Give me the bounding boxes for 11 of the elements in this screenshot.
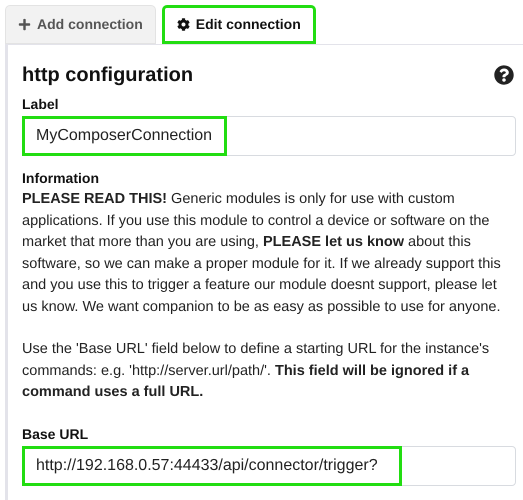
tab[interactable]: Add connection	[5, 5, 156, 44]
field-label: Base URL	[22, 424, 90, 444]
field-label: Label	[22, 95, 60, 114]
panel-heading: http configuration	[22, 63, 194, 88]
info-paragraph: Use the 'Base URL' field below to define a starting URL for the instance's commands: e.g. 'http://server.url/path/'. This field will be ignored if a command uses a full URL.	[22, 340, 490, 402]
help-icon[interactable]	[494, 65, 514, 85]
section-title: Information	[22, 169, 100, 188]
plus-icon	[18, 18, 31, 31]
info-paragraph: PLEASE READ THIS! Generic modules is only for use with custom applications. If you use this module to control a device or software on the market that more than you are using, PLEASE let us know about this software, so we can make a proper module for it. If we already support this and you use this to trigger a feature our module doesnt support, please let us know. We want companion to be as easy as possible to use for anyone.	[22, 190, 502, 316]
gear-icon	[176, 18, 190, 31]
tab[interactable]: Edit connection	[162, 5, 316, 44]
